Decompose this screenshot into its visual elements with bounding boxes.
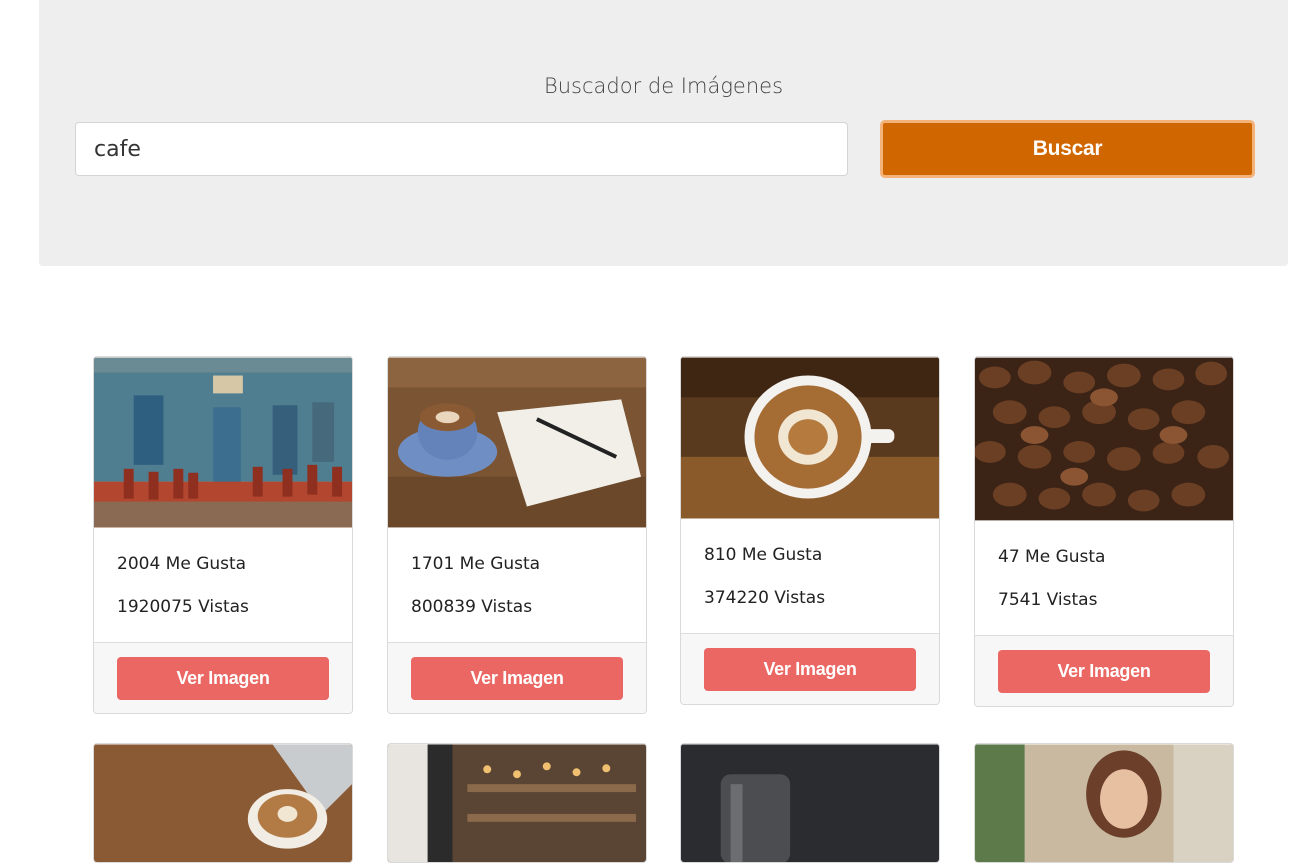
card-image bbox=[388, 357, 646, 528]
page-title: Buscador de Imágenes bbox=[543, 74, 784, 98]
image-card bbox=[680, 743, 940, 863]
views-count: 800839 Vistas bbox=[411, 597, 533, 617]
card-image bbox=[388, 744, 646, 862]
card-image bbox=[681, 744, 939, 862]
likes-count: 1701 Me Gusta bbox=[411, 554, 541, 574]
likes-count: 2004 Me Gusta bbox=[117, 554, 247, 574]
card-body: 1701 Me Gusta 800839 Vistas bbox=[388, 528, 646, 616]
card-body: 810 Me Gusta 374220 Vistas bbox=[681, 519, 939, 607]
image-card bbox=[974, 743, 1234, 863]
card-body: 47 Me Gusta 7541 Vistas bbox=[975, 521, 1233, 609]
views-count: 1920075 Vistas bbox=[117, 597, 249, 617]
card-image bbox=[94, 357, 352, 528]
card-image bbox=[975, 744, 1233, 862]
view-image-button[interactable]: Ver Imagen bbox=[704, 648, 916, 691]
image-card bbox=[93, 743, 353, 863]
image-card: 47 Me Gusta 7541 Vistas Ver Imagen bbox=[974, 356, 1234, 707]
likes-count: 47 Me Gusta bbox=[998, 547, 1106, 567]
card-body: 2004 Me Gusta 1920075 Vistas bbox=[94, 528, 352, 616]
search-button[interactable]: Buscar bbox=[880, 120, 1255, 178]
views-count: 374220 Vistas bbox=[704, 588, 826, 608]
card-footer: Ver Imagen bbox=[94, 642, 352, 713]
card-footer: Ver Imagen bbox=[975, 635, 1233, 706]
image-card bbox=[387, 743, 647, 863]
view-image-button[interactable]: Ver Imagen bbox=[411, 657, 623, 700]
image-card: 2004 Me Gusta 1920075 Vistas Ver Imagen bbox=[93, 356, 353, 714]
card-footer: Ver Imagen bbox=[681, 633, 939, 704]
card-image bbox=[681, 357, 939, 519]
search-input[interactable] bbox=[75, 122, 848, 176]
card-image bbox=[94, 744, 352, 862]
view-image-button[interactable]: Ver Imagen bbox=[117, 657, 329, 700]
card-image bbox=[975, 357, 1233, 521]
image-card: 810 Me Gusta 374220 Vistas Ver Imagen bbox=[680, 356, 940, 705]
search-section: Buscador de Imágenes Buscar bbox=[39, 0, 1288, 266]
likes-count: 810 Me Gusta bbox=[704, 545, 823, 565]
views-count: 7541 Vistas bbox=[998, 590, 1098, 610]
card-footer: Ver Imagen bbox=[388, 642, 646, 713]
image-card: 1701 Me Gusta 800839 Vistas Ver Imagen bbox=[387, 356, 647, 714]
view-image-button[interactable]: Ver Imagen bbox=[998, 650, 1210, 693]
